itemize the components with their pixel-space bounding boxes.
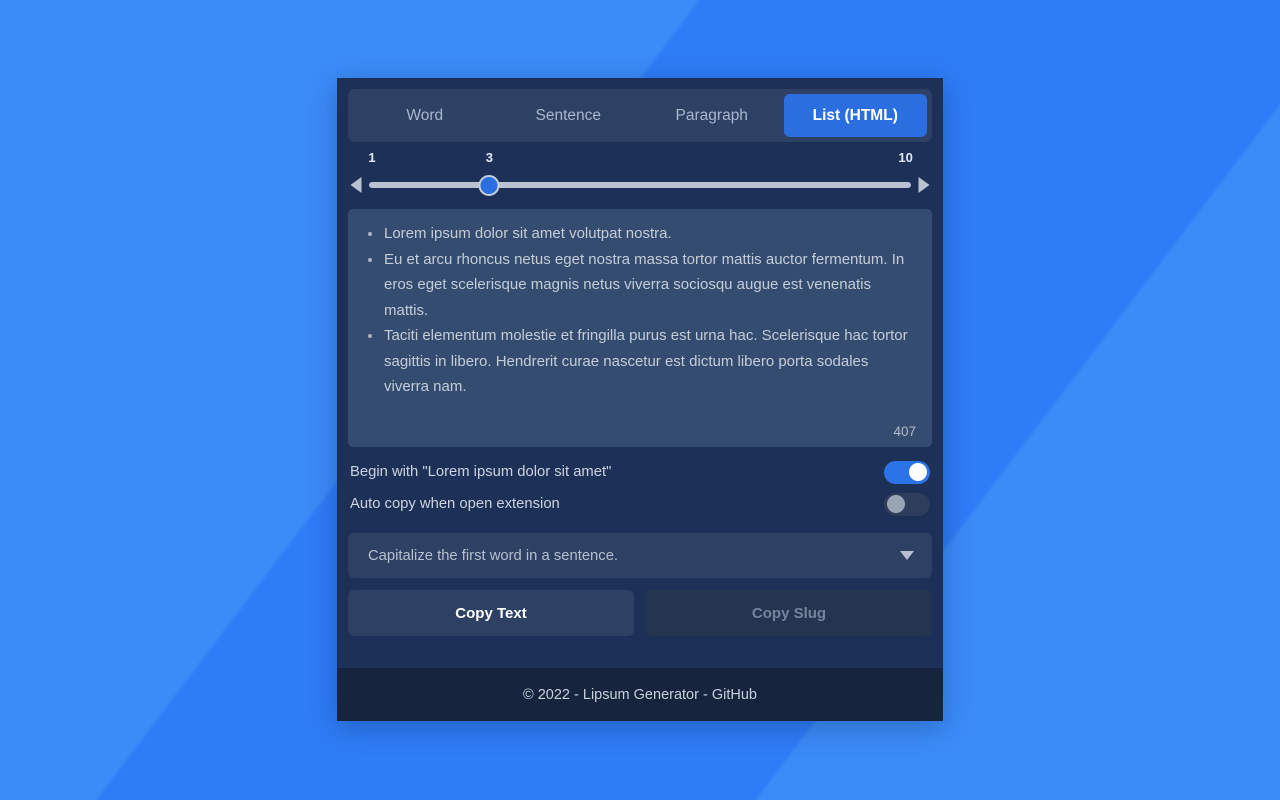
list-item: Taciti elementum molestie et fringilla p… <box>364 323 916 400</box>
footer-text[interactable]: © 2022 - Lipsum Generator - GitHub <box>523 687 757 703</box>
option-row-auto-copy: Auto copy when open extension <box>350 488 930 520</box>
select-container: Capitalize the first word in a sentence. <box>337 520 943 578</box>
slider-current-value: 3 <box>485 150 493 165</box>
lipsum-generator-window: Word Sentence Paragraph List (HTML) 1 3 … <box>337 78 943 721</box>
slider-track-area[interactable] <box>369 171 911 199</box>
option-label: Auto copy when open extension <box>350 496 560 512</box>
options-section: Begin with "Lorem ipsum dolor sit amet" … <box>337 447 943 520</box>
slider-row <box>348 171 932 199</box>
copy-text-button[interactable]: Copy Text <box>348 590 634 636</box>
slider-max-label: 10 <box>898 150 913 165</box>
slider-thumb[interactable] <box>478 174 500 196</box>
slider-min-label: 1 <box>368 150 376 165</box>
count-slider-block: 1 3 10 <box>337 142 943 203</box>
tab-word[interactable]: Word <box>353 94 497 137</box>
toggle-knob <box>887 495 905 513</box>
option-label: Begin with "Lorem ipsum dolor sit amet" <box>350 464 612 480</box>
tab-sentence[interactable]: Sentence <box>497 94 641 137</box>
slider-labels: 1 3 10 <box>368 150 913 170</box>
slider-track <box>369 182 911 188</box>
mode-tabs: Word Sentence Paragraph List (HTML) <box>348 89 932 142</box>
capitalization-select[interactable]: Capitalize the first word in a sentence. <box>348 533 932 578</box>
toggle-auto-copy[interactable] <box>884 492 930 516</box>
output-container: Lorem ipsum dolor sit amet volutpat nost… <box>337 203 943 447</box>
toggle-knob <box>909 463 927 481</box>
tabbar-container: Word Sentence Paragraph List (HTML) <box>337 78 943 142</box>
toggle-begin-with-lorem[interactable] <box>884 460 930 484</box>
lipsum-list: Lorem ipsum dolor sit amet volutpat nost… <box>364 221 916 420</box>
option-row-begin-with-lorem: Begin with "Lorem ipsum dolor sit amet" <box>350 456 930 488</box>
tab-list-html[interactable]: List (HTML) <box>783 94 927 137</box>
character-count: 407 <box>893 424 916 439</box>
list-item: Lorem ipsum dolor sit amet volutpat nost… <box>364 221 916 247</box>
triangle-left-icon[interactable] <box>348 176 364 194</box>
footer: © 2022 - Lipsum Generator - GitHub <box>337 668 943 721</box>
output-textarea[interactable]: Lorem ipsum dolor sit amet volutpat nost… <box>348 209 932 447</box>
tab-paragraph[interactable]: Paragraph <box>640 94 784 137</box>
select-selected-value: Capitalize the first word in a sentence. <box>368 547 619 564</box>
action-buttons: Copy Text Copy Slug <box>337 578 943 650</box>
triangle-right-icon[interactable] <box>916 176 932 194</box>
list-item: Eu et arcu rhoncus netus eget nostra mas… <box>364 247 916 324</box>
copy-slug-button[interactable]: Copy Slug <box>646 590 932 636</box>
chevron-down-icon[interactable] <box>900 551 914 560</box>
